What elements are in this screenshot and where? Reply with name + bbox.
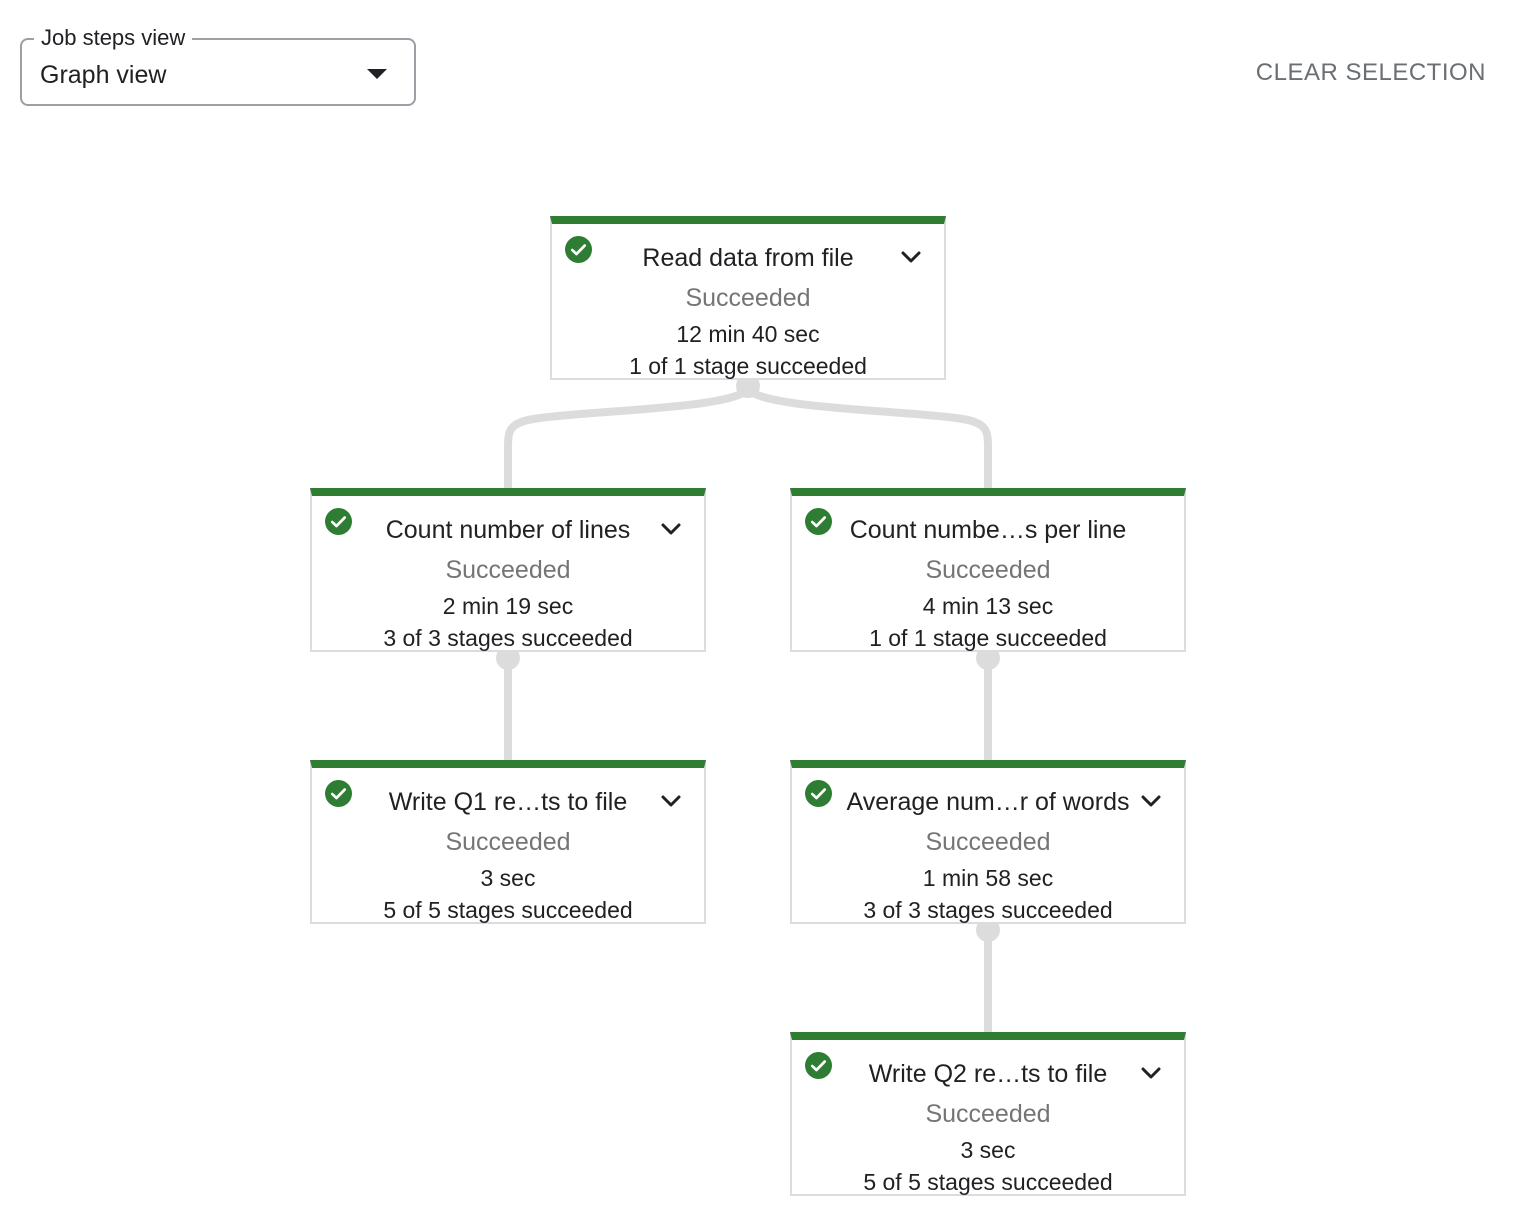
chevron-down-icon[interactable] (1140, 1065, 1162, 1081)
edge-read-to-count-words (744, 385, 992, 488)
step-stages: 3 of 3 stages succeeded (383, 625, 633, 651)
step-stages: 1 of 1 stage succeeded (629, 353, 867, 379)
step-title: Average num…r of words (846, 788, 1130, 816)
step-node-count-lines[interactable]: Count number of lines Succeeded 2 min 19… (310, 488, 706, 652)
step-status: Succeeded (925, 1100, 1051, 1128)
step-title: Write Q1 re…ts to file (388, 788, 628, 816)
graph-edges (496, 374, 1000, 1032)
step-stages: 3 of 3 stages succeeded (863, 897, 1113, 923)
step-node-read-data[interactable]: Read data from file Succeeded 12 min 40 … (550, 216, 946, 380)
chevron-down-icon[interactable] (1140, 793, 1162, 809)
step-node-average-words[interactable]: Average num…r of words Succeeded 1 min 5… (790, 760, 1186, 924)
step-title: Write Q2 re…ts to file (868, 1060, 1108, 1088)
step-title: Read data from file (642, 244, 854, 272)
step-title: Count numbe…s per line (849, 516, 1127, 544)
step-duration: 12 min 40 sec (676, 321, 820, 347)
step-stages: 5 of 5 stages succeeded (383, 897, 633, 923)
chevron-down-icon[interactable] (660, 793, 682, 809)
step-node-write-q1[interactable]: Write Q1 re…ts to file Succeeded 3 sec 5… (310, 760, 706, 924)
step-duration: 1 min 58 sec (922, 865, 1054, 891)
step-duration: 4 min 13 sec (922, 593, 1054, 619)
step-status: Succeeded (685, 284, 811, 312)
step-status: Succeeded (925, 556, 1051, 584)
step-status: Succeeded (445, 828, 571, 856)
step-duration: 2 min 19 sec (442, 593, 574, 619)
step-stages: 5 of 5 stages succeeded (863, 1169, 1113, 1195)
step-duration: 3 sec (480, 865, 536, 891)
step-title: Count number of lines (385, 516, 631, 544)
edge-read-to-count-lines (504, 385, 752, 488)
chevron-down-icon[interactable] (660, 521, 682, 537)
chevron-down-icon[interactable] (900, 249, 922, 265)
step-node-write-q2[interactable]: Write Q2 re…ts to file Succeeded 3 sec 5… (790, 1032, 1186, 1196)
step-status: Succeeded (925, 828, 1051, 856)
step-duration: 3 sec (960, 1137, 1016, 1163)
step-status: Succeeded (445, 556, 571, 584)
step-stages: 1 of 1 stage succeeded (869, 625, 1107, 651)
step-node-count-words-per-line[interactable]: Count numbe…s per line Succeeded 4 min 1… (790, 488, 1186, 652)
